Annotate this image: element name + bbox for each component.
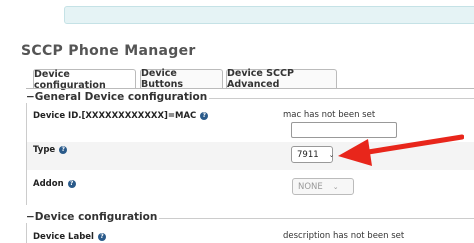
device-id-label-text: Device ID.[XXXXXXXXXXXX]=MAC <box>33 111 197 121</box>
addon-label-text: Addon <box>33 179 64 189</box>
tab-device-buttons[interactable]: Device Buttons <box>140 68 223 90</box>
type-label-text: Type <box>33 145 56 155</box>
chevron-down-icon: ⌄ <box>328 150 335 159</box>
help-icon[interactable]: ? <box>59 146 68 154</box>
device-section-legend[interactable]: −Device configuration <box>26 211 160 223</box>
page-title: SCCP Phone Manager <box>21 43 196 59</box>
tab-divider <box>26 88 474 89</box>
device-id-note: mac has not been set <box>283 110 376 120</box>
addon-select[interactable]: NONE ⌄ <box>292 178 354 195</box>
help-icon[interactable]: ? <box>67 180 76 188</box>
type-label: Type ? <box>33 145 68 155</box>
chevron-down-icon: ⌄ <box>332 182 339 191</box>
device-id-label: Device ID.[XXXXXXXXXXXX]=MAC ? <box>33 111 209 121</box>
arrow-head <box>338 139 372 166</box>
type-select-value: 7911 <box>297 149 319 160</box>
addon-row: Addon ? NONE ⌄ <box>27 170 474 204</box>
device-label-row: Device Label ? description has not been … <box>27 226 474 243</box>
red-arrow-annotation <box>338 134 464 166</box>
tab-device-sccp-advanced[interactable]: Device SCCP Advanced <box>226 68 337 90</box>
help-icon[interactable]: ? <box>200 112 209 120</box>
type-select[interactable]: 7911 ⌄ <box>291 146 335 163</box>
help-icon[interactable]: ? <box>97 233 106 241</box>
tab-device-configuration[interactable]: Device configuration <box>33 69 136 91</box>
device-label-note: description has not been set <box>283 231 405 241</box>
addon-label: Addon ? <box>33 179 76 189</box>
device-label-label-text: Device Label <box>33 232 94 242</box>
addon-select-value: NONE <box>298 181 323 192</box>
device-label-label: Device Label ? <box>33 232 106 242</box>
info-banner <box>64 6 474 24</box>
arrow-shaft <box>359 134 464 156</box>
general-section-legend[interactable]: −General Device configuration <box>26 91 210 103</box>
